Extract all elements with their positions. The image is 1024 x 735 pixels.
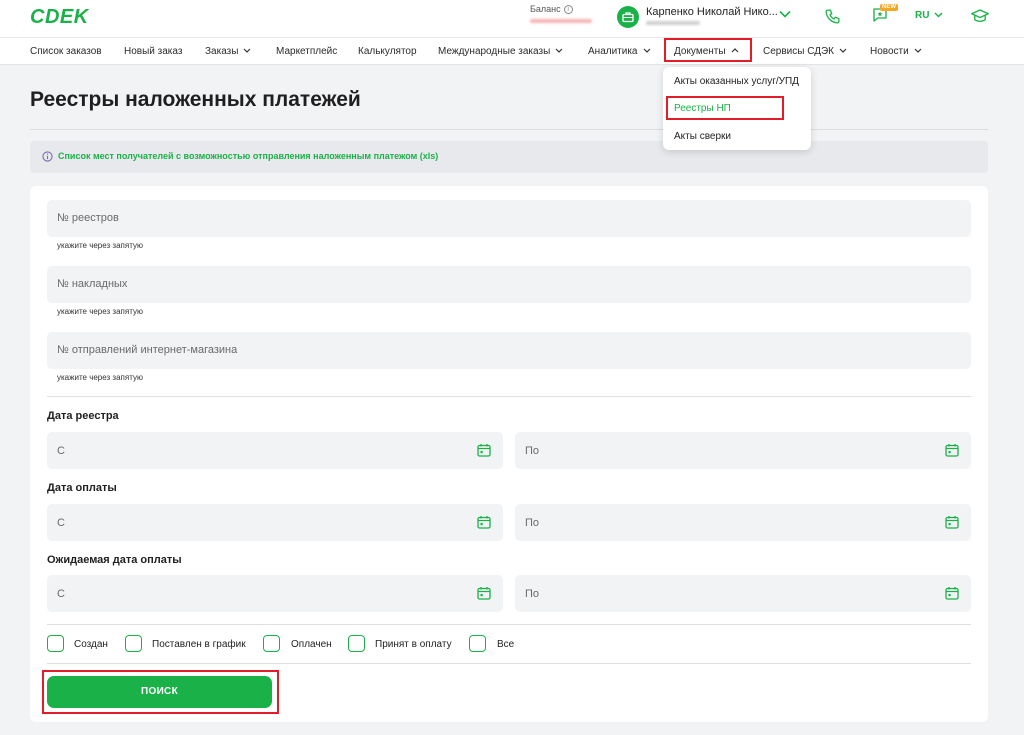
status-scheduled-checkbox[interactable]	[125, 635, 142, 652]
documents-highlight	[664, 38, 752, 62]
chevron-down-icon	[643, 48, 650, 53]
briefcase-icon	[622, 12, 634, 23]
registry-date-label: Дата реестра	[47, 410, 119, 422]
payment-date-label: Дата оплаты	[47, 482, 117, 494]
recipients-list-link[interactable]: Список мест получателей с возможностью о…	[58, 151, 438, 161]
section-divider	[47, 396, 971, 397]
field-hint: укажите через запятую	[57, 241, 143, 250]
balance-value-redacted	[530, 19, 592, 23]
chevron-down-icon	[555, 48, 563, 53]
status-paid-checkbox[interactable]	[263, 635, 280, 652]
status-accepted-checkbox[interactable]	[348, 635, 365, 652]
nav-item-calculator[interactable]: Калькулятор	[358, 46, 417, 57]
nav-item-orders[interactable]: Заказы	[205, 46, 251, 57]
status-all-checkbox[interactable]	[469, 635, 486, 652]
calendar-icon[interactable]	[945, 443, 959, 457]
nav-item-marketplace[interactable]: Маркетплейс	[276, 46, 337, 57]
section-divider	[47, 624, 971, 625]
calendar-icon[interactable]	[477, 515, 491, 529]
chevron-down-icon	[839, 48, 847, 53]
status-accepted-label[interactable]: Принят в оплату	[375, 639, 452, 650]
nav-item-analytics[interactable]: Аналитика	[588, 46, 651, 57]
chevron-down-icon	[243, 48, 251, 53]
user-avatar[interactable]	[617, 6, 639, 28]
field-hint: укажите через запятую	[57, 307, 143, 316]
payment-date-from-input[interactable]: С	[47, 504, 503, 541]
calendar-icon[interactable]	[945, 586, 959, 600]
nav-item-services[interactable]: Сервисы СДЭК	[763, 46, 847, 57]
status-all-label[interactable]: Все	[497, 639, 514, 650]
status-created-label[interactable]: Создан	[74, 639, 108, 650]
new-badge: NEW	[880, 4, 898, 11]
chevron-down-icon[interactable]	[779, 10, 791, 18]
nav-item-new-order[interactable]: Новый заказ	[124, 46, 182, 57]
expected-payment-date-label: Ожидаемая дата оплаты	[47, 554, 182, 566]
nav-item-international[interactable]: Международные заказы	[438, 46, 563, 57]
registry-date-from-input[interactable]: С	[47, 432, 503, 469]
expected-payment-date-from-input[interactable]: С	[47, 575, 503, 612]
nav-item-news[interactable]: Новости	[870, 46, 922, 57]
balance-label: Баланс i	[530, 4, 573, 15]
chevron-down-icon	[914, 48, 922, 53]
language-selector[interactable]: RU	[915, 10, 929, 21]
dropdown-item-reconciliation-acts[interactable]: Акты сверки	[674, 131, 731, 142]
expected-payment-date-to-input[interactable]: По	[515, 575, 971, 612]
calendar-icon[interactable]	[477, 443, 491, 457]
chevron-down-icon[interactable]	[934, 12, 943, 18]
status-scheduled-label[interactable]: Поставлен в график	[152, 639, 246, 650]
user-subtitle-redacted	[646, 21, 700, 25]
info-banner[interactable]: Список мест получателей с возможностью о…	[30, 141, 988, 173]
info-icon	[42, 151, 53, 162]
cod-registries-highlight	[666, 96, 784, 120]
status-paid-label[interactable]: Оплачен	[291, 639, 332, 650]
status-created-checkbox[interactable]	[47, 635, 64, 652]
info-icon[interactable]: i	[563, 5, 573, 15]
page-title: Реестры наложенных платежей	[30, 88, 361, 111]
title-divider	[30, 129, 988, 130]
registry-numbers-input[interactable]: № реестров	[47, 200, 971, 237]
nav-item-orders-list[interactable]: Список заказов	[30, 46, 102, 57]
graduation-cap-icon[interactable]	[971, 8, 989, 24]
main-nav: Список заказов Новый заказ Заказы Маркет…	[0, 37, 1024, 65]
dropdown-item-acts-upd[interactable]: Акты оказанных услуг/УПД	[674, 76, 799, 87]
registry-date-to-input[interactable]: По	[515, 432, 971, 469]
payment-date-to-input[interactable]: По	[515, 504, 971, 541]
field-hint: укажите через запятую	[57, 373, 143, 382]
top-header: CDEK Баланс i Карпенко Николай Нико... NE…	[0, 0, 1024, 37]
calendar-icon[interactable]	[945, 515, 959, 529]
cdek-logo[interactable]: CDEK	[30, 6, 89, 29]
section-divider	[47, 663, 971, 664]
waybill-numbers-input[interactable]: № накладных	[47, 266, 971, 303]
calendar-icon[interactable]	[477, 586, 491, 600]
phone-icon[interactable]	[824, 8, 841, 25]
user-name[interactable]: Карпенко Николай Нико...	[646, 6, 778, 18]
search-button-highlight	[42, 670, 279, 714]
shop-shipments-input[interactable]: № отправлений интернет-магазина	[47, 332, 971, 369]
